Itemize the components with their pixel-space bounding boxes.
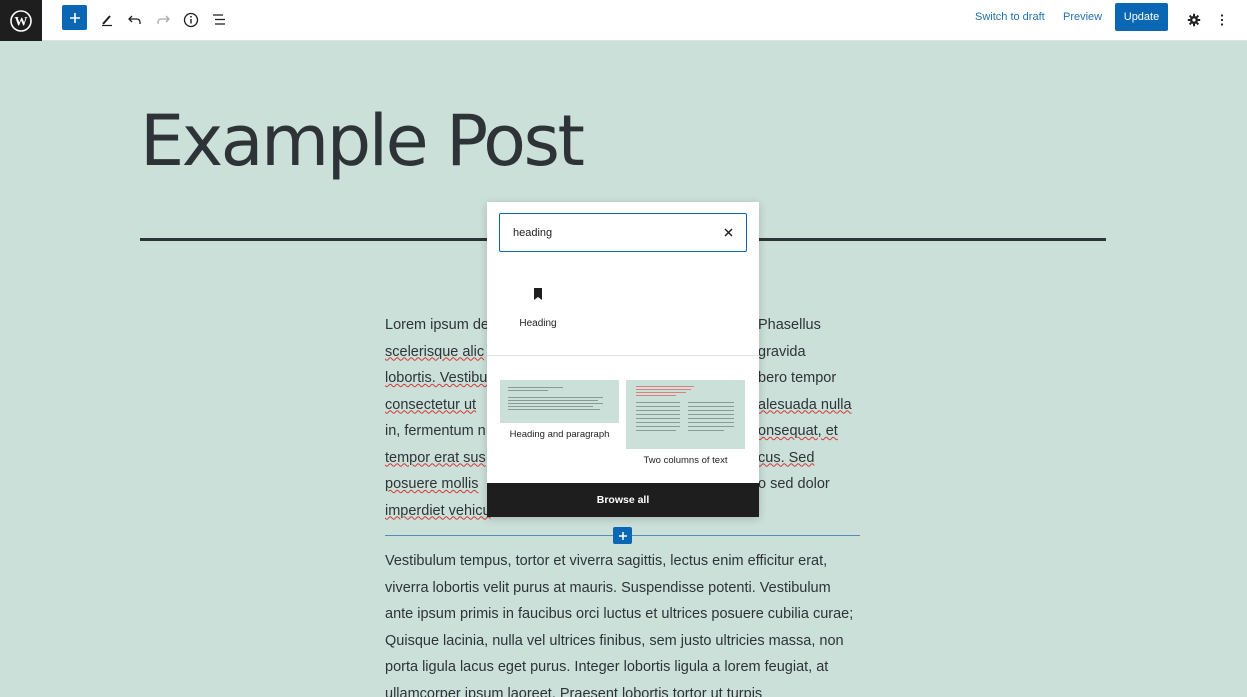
switch-to-draft-button[interactable]: Switch to draft <box>975 11 1045 23</box>
redo-icon[interactable] <box>150 7 176 33</box>
paragraph-text: posuere mollis <box>385 476 479 492</box>
list-view-icon[interactable] <box>206 7 232 33</box>
preview-button[interactable]: Preview <box>1063 11 1102 23</box>
paragraph-text: gravida <box>758 343 806 360</box>
info-icon[interactable] <box>178 7 204 33</box>
pattern-two-columns-of-text[interactable]: Two columns of text <box>626 380 745 466</box>
post-title[interactable]: Example Post <box>140 100 585 182</box>
paragraph-text: in, fermentum n <box>385 423 486 439</box>
paragraph-text: scelerisque alic <box>385 343 485 360</box>
paragraph-text: consectetur ut <box>385 396 477 413</box>
editor-toolbar: W Switch to draft Preview Update <box>0 0 1247 41</box>
clear-search-icon[interactable] <box>720 224 736 240</box>
browse-all-button[interactable]: Browse all <box>487 483 759 517</box>
pattern-label: Heading and paragraph <box>509 429 610 440</box>
paragraph-text: cus. Sed <box>758 449 815 466</box>
paragraph-block[interactable]: Vestibulum tempus, tortor et viverra sag… <box>385 548 860 697</box>
paragraph-text: imperdiet vehicu <box>385 502 491 519</box>
wordpress-logo-icon[interactable]: W <box>0 0 42 41</box>
settings-gear-icon[interactable] <box>1181 7 1207 33</box>
pattern-label: Two columns of text <box>643 455 728 466</box>
paragraph-text: alesuada nulla <box>758 396 852 413</box>
paragraph-text: Phasellus <box>758 317 821 333</box>
update-button[interactable]: Update <box>1115 3 1168 31</box>
paragraph-text: Lorem ipsum de <box>385 317 489 333</box>
search-value: heading <box>513 227 553 239</box>
block-search-input[interactable]: heading <box>499 213 747 252</box>
block-result-heading[interactable]: Heading <box>512 287 564 337</box>
paragraph-text: bero tempor <box>758 370 837 386</box>
paragraph-text: lobortis. Vestibu <box>385 370 488 386</box>
pattern-preview <box>626 380 745 449</box>
more-options-icon[interactable] <box>1209 7 1235 33</box>
paragraph-text: tempor erat sus <box>385 449 486 466</box>
inline-add-block-button[interactable] <box>613 527 632 544</box>
add-block-button[interactable] <box>62 5 87 30</box>
quick-inserter-popover: heading Heading Heading and paragraph Tw… <box>487 202 759 517</box>
bookmark-icon <box>533 287 543 305</box>
undo-icon[interactable] <box>122 7 148 33</box>
svg-text:W: W <box>15 13 28 28</box>
divider <box>487 355 759 356</box>
paragraph-text: onsequat, et <box>758 423 838 439</box>
block-result-label: Heading <box>519 318 557 329</box>
pattern-preview <box>500 380 619 423</box>
pattern-heading-and-paragraph[interactable]: Heading and paragraph <box>500 380 619 440</box>
paragraph-text: o sed dolor <box>758 476 830 492</box>
pencil-tools-icon[interactable] <box>94 7 120 33</box>
